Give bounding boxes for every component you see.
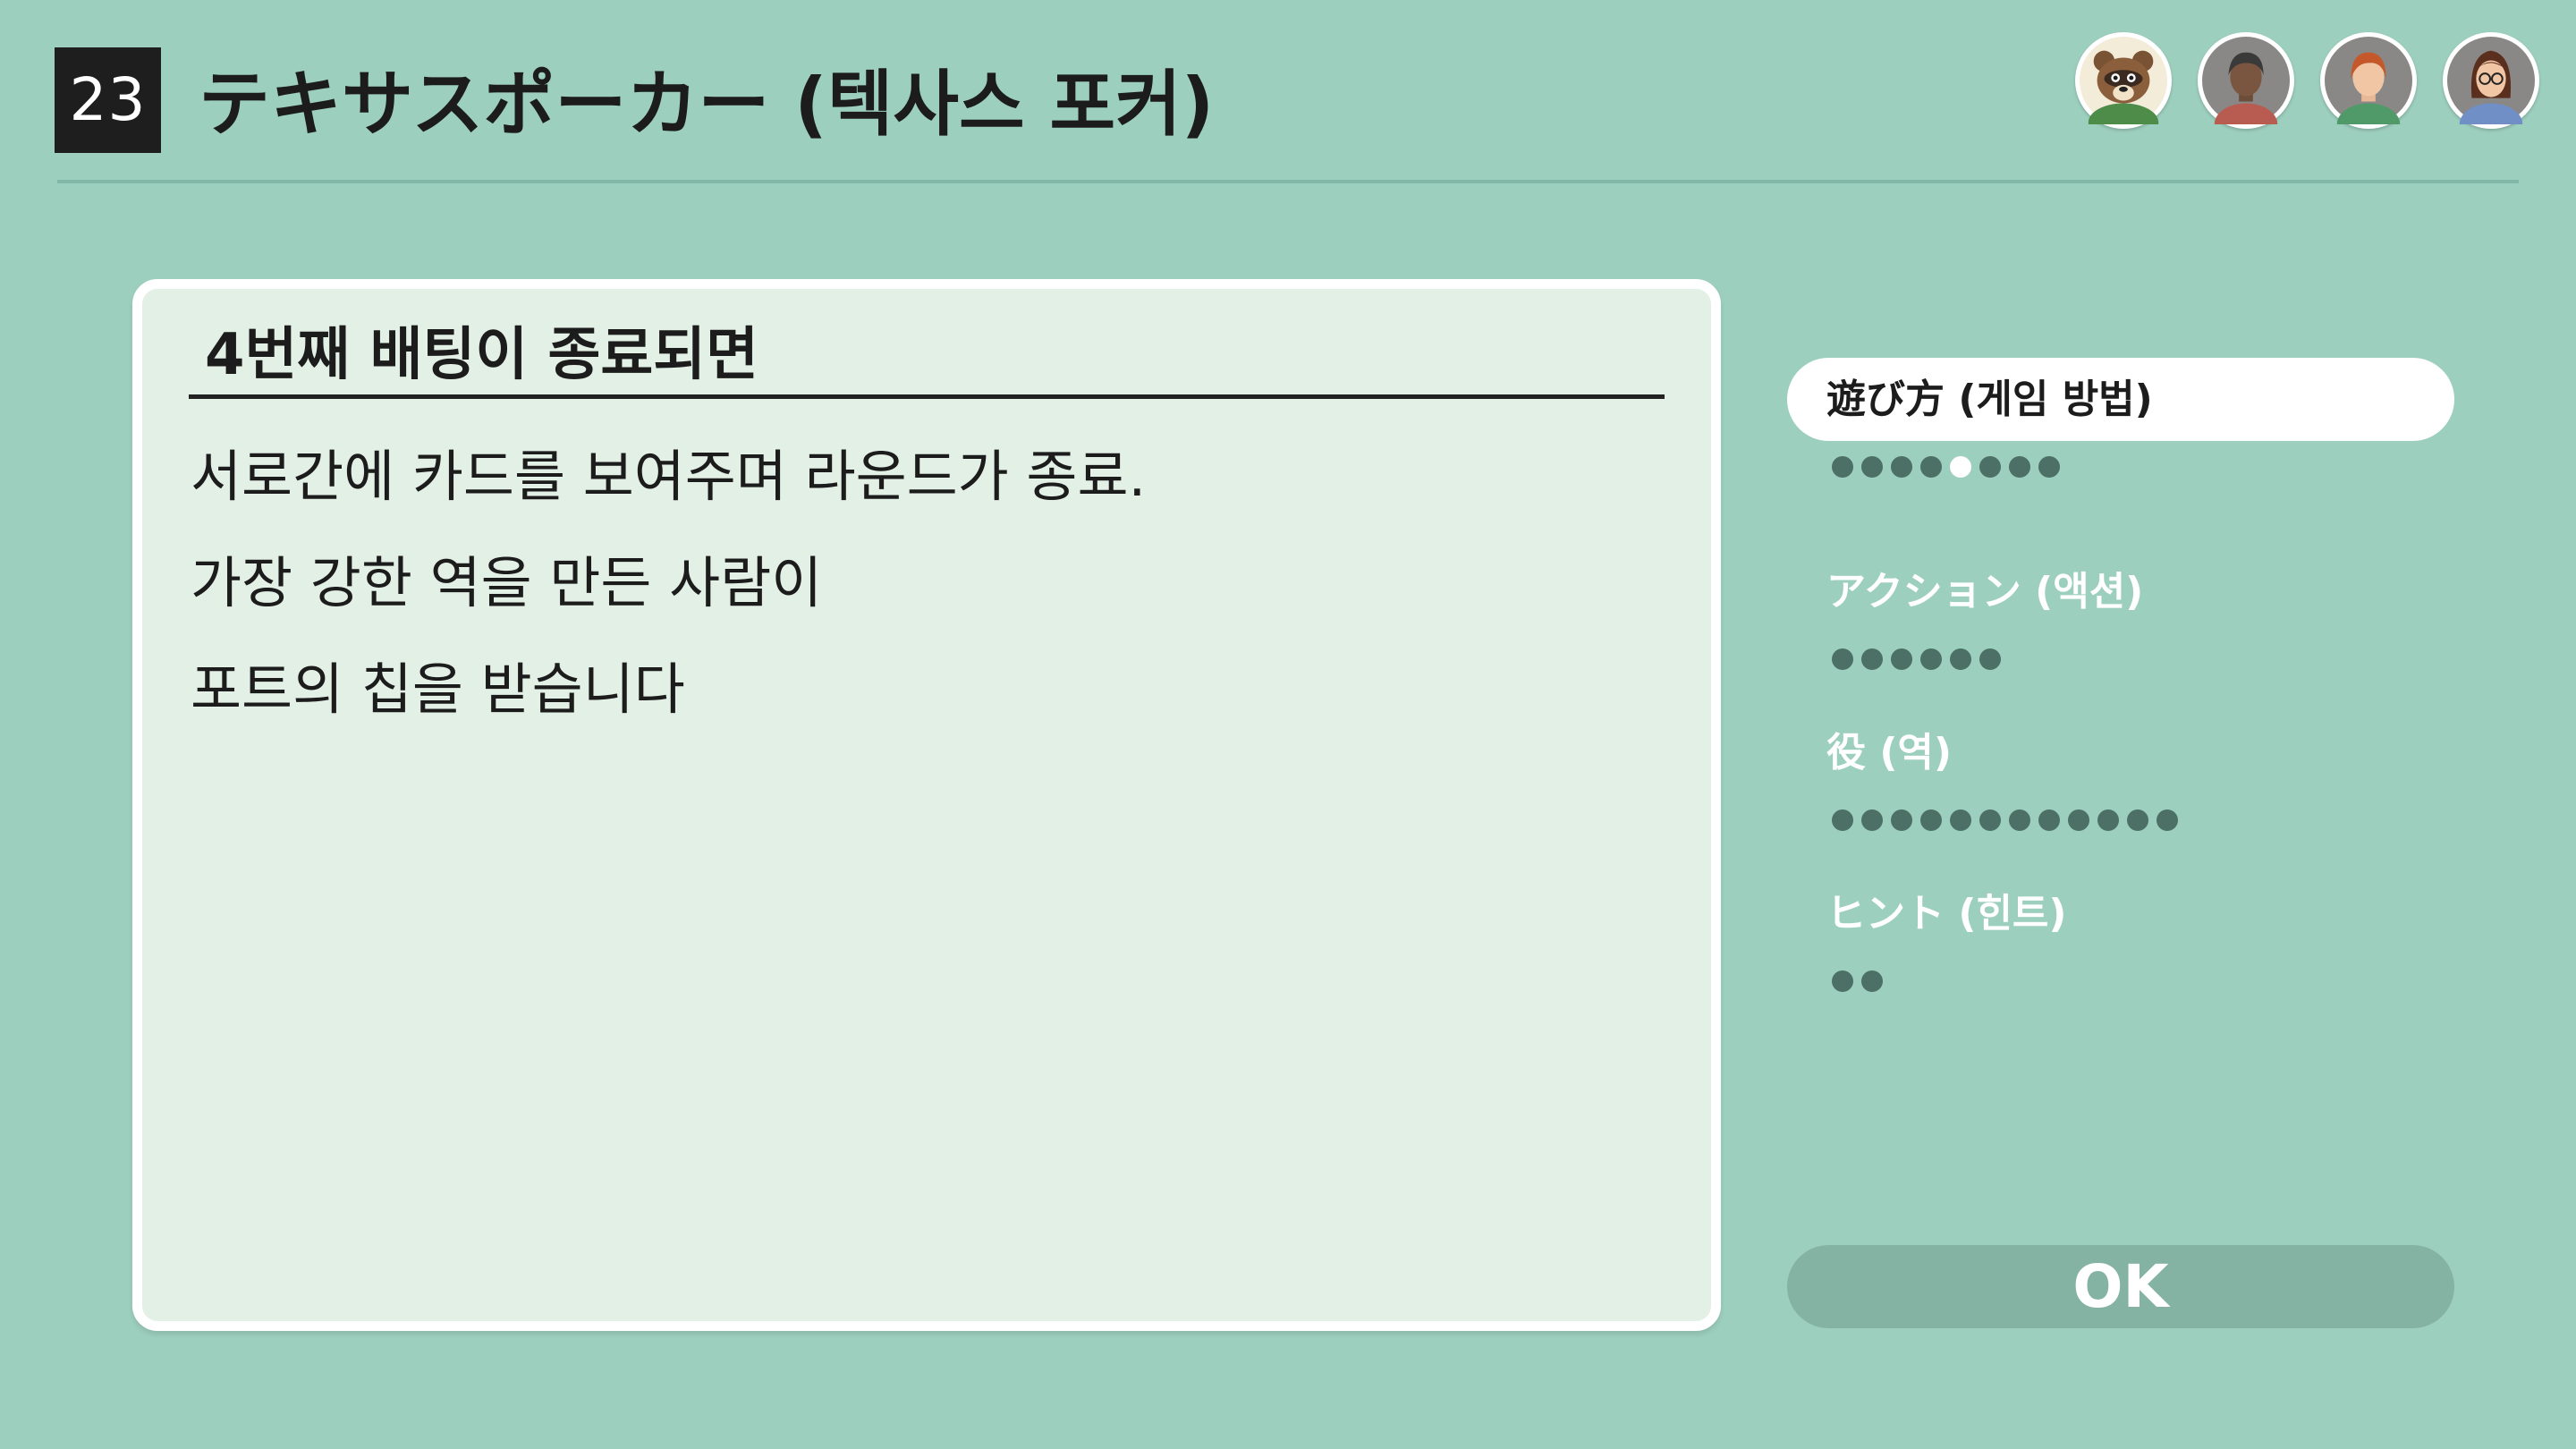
page-dot — [1979, 648, 2001, 670]
tab-hands[interactable]: 役 (역) — [1787, 711, 2454, 794]
card-title-divider — [189, 394, 1665, 399]
page-dot — [1832, 970, 1853, 992]
instruction-card: 4번째 배팅이 종료되면 서로간에 카드를 보여주며 라운드가 종료. 가장 강… — [132, 279, 1721, 1331]
page-dot — [1891, 456, 1912, 478]
raccoon-icon — [2080, 37, 2167, 124]
page-indicator — [1832, 648, 2009, 675]
header-divider — [57, 180, 2519, 183]
person-icon — [2325, 37, 2412, 124]
game-number-badge: 23 — [55, 47, 161, 153]
page-dot — [1861, 809, 1883, 831]
player-avatars — [2075, 32, 2540, 132]
card-line: 서로간에 카드를 보여주며 라운드가 종료. — [191, 444, 1147, 509]
page-dot — [1832, 809, 1853, 831]
page-dot — [2009, 809, 2030, 831]
page-dot — [1832, 456, 1853, 478]
page-dot — [2009, 456, 2030, 478]
page-dot — [2127, 809, 2148, 831]
page-dot — [2038, 809, 2060, 831]
person-icon — [2447, 37, 2535, 124]
page-dot — [1950, 809, 1971, 831]
game-title: テキサスポーカー (텍사스 포커) — [199, 63, 1215, 146]
page-dot — [2157, 809, 2178, 831]
page-indicator — [1832, 809, 2186, 836]
page-dot — [1832, 648, 1853, 670]
person-icon — [2202, 37, 2290, 124]
page-dot-current — [1950, 456, 1971, 478]
page-indicator — [1832, 970, 1891, 997]
page-dot — [1920, 456, 1942, 478]
page-dot — [1979, 809, 2001, 831]
card-line: 가장 강한 역을 만든 사람이 — [191, 550, 823, 615]
page-dot — [1950, 648, 1971, 670]
tab-actions[interactable]: アクション (액션) — [1787, 550, 2454, 633]
page-dot — [1920, 648, 1942, 670]
ok-button[interactable]: OK — [1787, 1245, 2454, 1328]
player-avatar-4 — [2443, 32, 2539, 129]
page-dot — [1861, 648, 1883, 670]
card-line: 포트의 칩을 받습니다 — [191, 657, 685, 722]
page-dot — [2038, 456, 2060, 478]
card-title: 4번째 배팅이 종료되면 — [205, 322, 759, 388]
player-avatar-2 — [2198, 32, 2294, 129]
tab-hints[interactable]: ヒント (힌트) — [1787, 872, 2454, 955]
card-body: 서로간에 카드를 보여주며 라운드가 종료. 가장 강한 역을 만든 사람이 포… — [191, 423, 1666, 742]
page-dot — [2097, 809, 2119, 831]
page-dot — [1891, 648, 1912, 670]
page-dot — [1920, 809, 1942, 831]
page-dot — [1891, 809, 1912, 831]
page-dot — [1861, 456, 1883, 478]
page-indicator — [1832, 456, 2068, 483]
tab-how-to-play[interactable]: 遊び方 (게임 방법) — [1787, 358, 2454, 441]
page-dot — [2068, 809, 2089, 831]
tom-nook-avatar — [2075, 32, 2172, 129]
page-dot — [1979, 456, 2001, 478]
page-dot — [1861, 970, 1883, 992]
player-avatar-3 — [2320, 32, 2417, 129]
